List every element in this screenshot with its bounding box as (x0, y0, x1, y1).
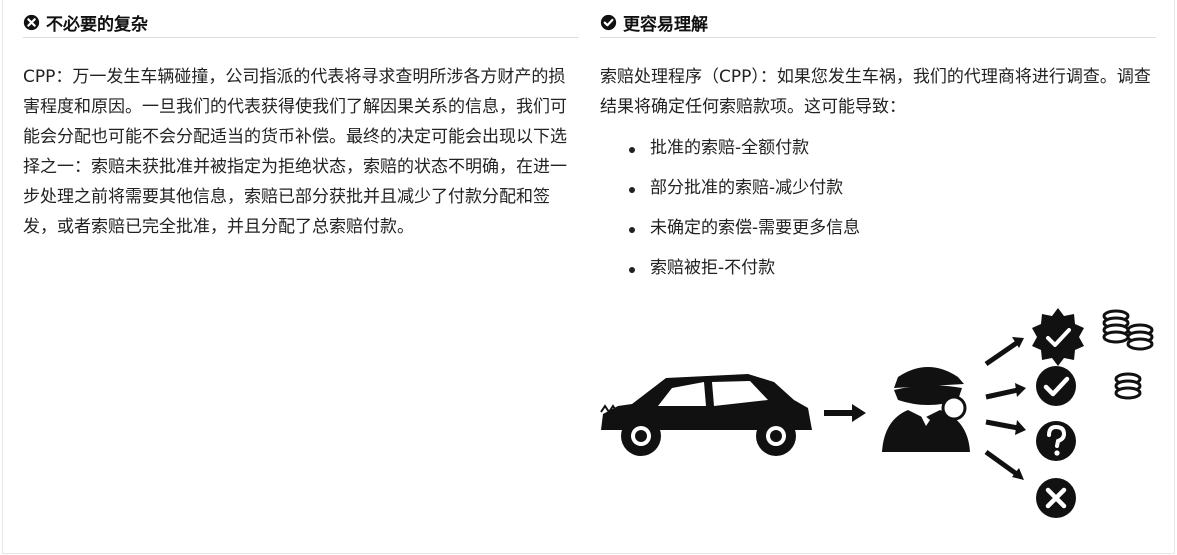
car-icon (600, 374, 812, 456)
outcome-text: 部分批准的索赔-减少付款 (650, 178, 844, 198)
right-column: 更容易理解 索赔处理程序（CPP）：如果您发生车祸，我们的代理商将进行调查。调查… (600, 12, 1156, 292)
outcome-item: 未确定的索偿-需要更多信息 (600, 212, 1156, 252)
left-heading-text: 不必要的复杂 (46, 15, 148, 35)
detective-icon (882, 367, 970, 452)
right-heading-text: 更容易理解 (623, 15, 708, 35)
claim-process-illustration (600, 308, 1154, 518)
outcome-arrows (984, 337, 1026, 480)
arrow-right-icon (824, 404, 866, 422)
bullet (629, 147, 635, 153)
right-heading: 更容易理解 (600, 12, 1156, 38)
coins-large-icon (1102, 309, 1154, 351)
outcome-item: 批准的索赔-全额付款 (600, 132, 1156, 172)
left-column: 不必要的复杂 CPP：万一发生车辆碰撞，公司指派的代表将寻求查明所涉各方财产的损… (23, 12, 579, 242)
outcome-item: 索赔被拒-不付款 (600, 252, 1156, 292)
coins-small-icon (1114, 372, 1142, 400)
left-heading: 不必要的复杂 (23, 12, 579, 38)
outcome-item: 部分批准的索赔-减少付款 (600, 172, 1156, 212)
check-circle-icon (1036, 366, 1076, 406)
bullet (629, 227, 635, 233)
bullet (629, 267, 635, 273)
outcome-text: 未确定的索偿-需要更多信息 (650, 218, 861, 238)
left-paragraph: CPP：万一发生车辆碰撞，公司指派的代表将寻求查明所涉各方财产的损害程度和原因。… (23, 67, 567, 237)
check-circle-icon (600, 14, 617, 31)
x-circle-icon (1036, 478, 1076, 518)
x-circle-icon (23, 14, 40, 31)
question-circle-icon (1036, 421, 1076, 461)
outcome-text: 批准的索赔-全额付款 (650, 138, 810, 158)
outcome-list: 批准的索赔-全额付款 部分批准的索赔-减少付款 未确定的索偿-需要更多信息 索赔… (600, 132, 1156, 292)
bullet (629, 187, 635, 193)
verified-badge-icon (1032, 308, 1084, 366)
right-paragraph: 索赔处理程序（CPP）：如果您发生车祸，我们的代理商将进行调查。调查结果将确定任… (600, 67, 1151, 117)
outcome-text: 索赔被拒-不付款 (650, 258, 776, 278)
